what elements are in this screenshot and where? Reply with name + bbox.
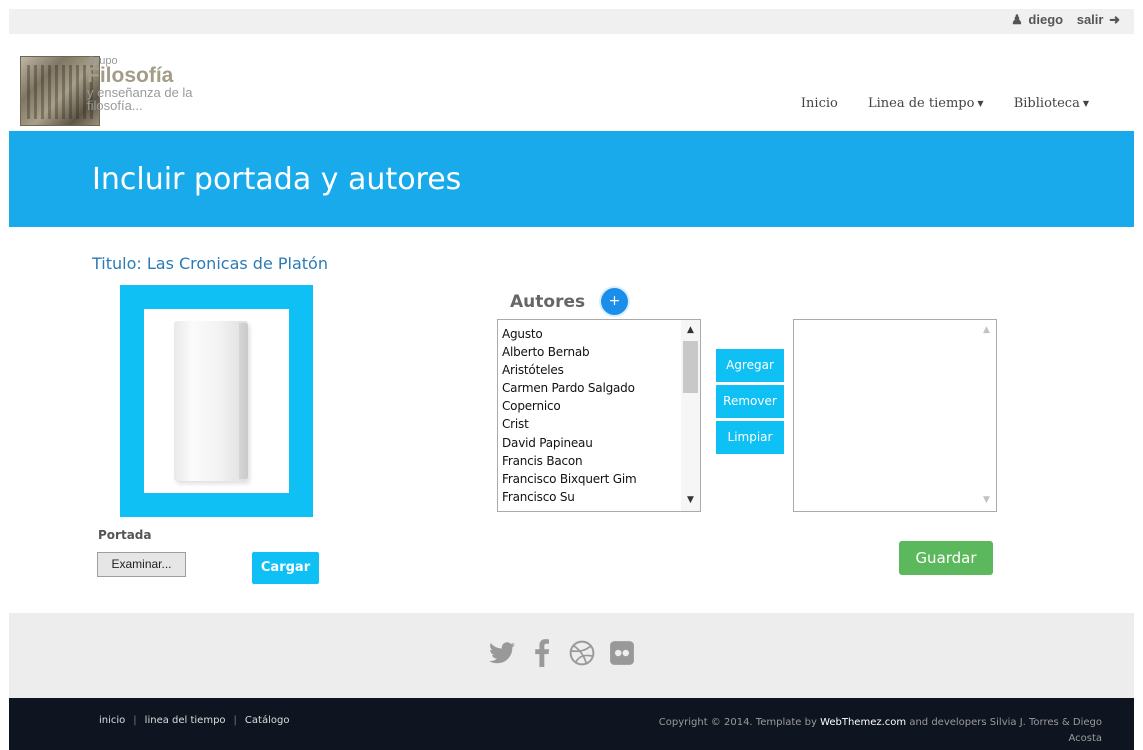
- footer-separator: |: [233, 715, 237, 726]
- nav-item-label: Biblioteca: [1013, 96, 1080, 111]
- upload-button[interactable]: Cargar: [252, 552, 319, 584]
- footer-link-linea-del-tiempo[interactable]: linea del tiempo: [145, 715, 226, 726]
- available-authors-options: Agusto Alberto Bernab Aristóteles Carmen Pa…: [502, 325, 637, 506]
- footer-link-catalogo[interactable]: Catálogo: [245, 715, 290, 726]
- available-authors-list[interactable]: Agusto Alberto Bernab Aristóteles Carmen Pa…: [497, 319, 701, 512]
- copyright-prefix: Copyright © 2014. Template by: [658, 717, 817, 728]
- caret-down-icon: ▼: [977, 99, 984, 108]
- footer-separator: |: [133, 715, 137, 726]
- scroll-down-icon[interactable]: ▼: [977, 492, 996, 509]
- dribbble-icon[interactable]: [569, 638, 595, 668]
- browse-file-button[interactable]: Examinar...: [97, 552, 186, 577]
- selected-authors-scrollbar[interactable]: ▲ ▼: [977, 320, 996, 511]
- logo-text[interactable]: Grupo Filosofía y enseñanza de la filoso…: [87, 56, 193, 113]
- save-button[interactable]: Guardar: [899, 541, 993, 575]
- twitter-icon[interactable]: [489, 638, 515, 668]
- footer-copyright: Copyright © 2014. Template by WebThemez.…: [632, 715, 1102, 747]
- author-option[interactable]: Francis Bacon: [502, 452, 637, 470]
- remove-button[interactable]: Remover: [716, 385, 784, 418]
- flickr-icon[interactable]: [609, 638, 635, 668]
- add-author-icon[interactable]: +: [601, 288, 628, 315]
- header: Grupo Filosofía y enseñanza de la filoso…: [9, 34, 1134, 131]
- footer-link-inicio[interactable]: inicio: [99, 715, 125, 726]
- author-option[interactable]: Aristóteles: [502, 361, 637, 379]
- book-placeholder-image: [174, 321, 248, 481]
- top-bar: ♟ diego salir ➜: [9, 9, 1134, 34]
- author-option[interactable]: Copernico: [502, 397, 637, 415]
- author-option[interactable]: David Papineau: [502, 434, 637, 452]
- nav-item-inicio[interactable]: Inicio: [801, 96, 838, 111]
- logo-line-4: filosofía...: [87, 98, 143, 113]
- author-option[interactable]: Carmen Pardo Salgado: [502, 379, 637, 397]
- nav-item-label: Inicio: [800, 96, 838, 111]
- available-authors-scrollbar[interactable]: ▲ ▼: [681, 320, 700, 511]
- main-nav: Inicio Linea de tiempo ▼ Biblioteca ▼: [775, 96, 1089, 111]
- caret-down-icon: ▼: [1082, 99, 1089, 108]
- scroll-down-icon[interactable]: ▼: [681, 492, 700, 509]
- author-option[interactable]: Crist: [502, 415, 637, 433]
- page-title: Incluir portada y autores: [92, 162, 462, 197]
- nav-item-linea-de-tiempo[interactable]: Linea de tiempo ▼: [868, 96, 984, 111]
- nav-item-biblioteca[interactable]: Biblioteca ▼: [1014, 96, 1089, 111]
- username-link[interactable]: diego: [1028, 12, 1063, 27]
- user-icon: ♟: [1011, 12, 1023, 27]
- nav-item-label: Linea de tiempo: [867, 96, 975, 111]
- selected-authors-list[interactable]: ▲ ▼: [793, 319, 997, 512]
- book-title: Titulo: Las Cronicas de Platón: [92, 254, 328, 273]
- scroll-up-icon[interactable]: ▲: [681, 322, 700, 339]
- scroll-thumb[interactable]: [683, 341, 698, 393]
- authors-heading: Autores: [510, 292, 586, 312]
- logo-line-2: Filosofía: [87, 64, 174, 87]
- clear-button[interactable]: Limpiar: [716, 421, 784, 454]
- cover-preview: [120, 285, 313, 517]
- add-button[interactable]: Agregar: [716, 349, 784, 382]
- page-banner: Incluir portada y autores: [9, 131, 1134, 227]
- social-bar: [9, 613, 1134, 698]
- portada-label: Portada: [98, 528, 152, 542]
- facebook-icon[interactable]: [529, 638, 555, 668]
- author-option[interactable]: Alberto Bernab: [502, 343, 637, 361]
- copyright-suffix: and developers Silvia J. Torres & Diego …: [909, 717, 1102, 744]
- author-option[interactable]: Francisco Su: [502, 488, 637, 506]
- footer: inicio | linea del tiempo | Catálogo Copyrig…: [9, 698, 1134, 750]
- cover-image: [144, 309, 289, 493]
- author-option[interactable]: Agusto: [502, 325, 637, 343]
- user-area: ♟ diego salir ➜: [1009, 12, 1120, 28]
- template-brand-link[interactable]: WebThemez.com: [820, 717, 906, 728]
- scroll-up-icon[interactable]: ▲: [977, 322, 996, 339]
- logout-link[interactable]: salir: [1077, 12, 1104, 27]
- sign-out-icon[interactable]: ➜: [1109, 12, 1120, 27]
- social-icons: [489, 638, 635, 668]
- author-option[interactable]: Francisco Bixquert Gim: [502, 470, 637, 488]
- footer-links: inicio | linea del tiempo | Catálogo: [99, 715, 289, 726]
